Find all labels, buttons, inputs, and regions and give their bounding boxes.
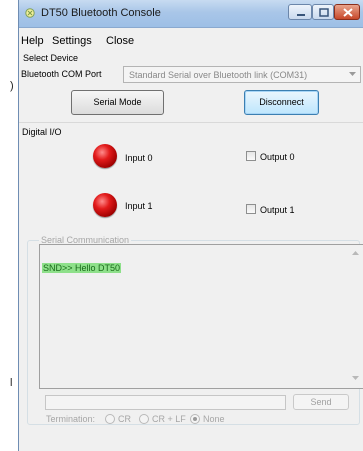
- output-0-label[interactable]: Output 0: [260, 152, 295, 162]
- output-0-checkbox[interactable]: [246, 151, 256, 161]
- menu-settings[interactable]: Settings: [52, 35, 92, 47]
- termination-crlf-radio[interactable]: [139, 414, 149, 424]
- bluetooth-app-icon: [25, 8, 35, 18]
- input-1-led: [93, 193, 117, 217]
- background-bracket-mark: ): [10, 80, 14, 92]
- port-label: Bluetooth COM Port: [21, 69, 102, 79]
- window-title: DT50 Bluetooth Console: [41, 7, 161, 19]
- output-1-label[interactable]: Output 1: [260, 205, 295, 215]
- com-port-value: Standard Serial over Bluetooth link (COM…: [129, 70, 308, 80]
- termination-none-radio[interactable]: [190, 414, 200, 424]
- scroll-down-icon[interactable]: [352, 376, 359, 381]
- send-input[interactable]: [45, 395, 286, 410]
- scroll-up-icon[interactable]: [352, 251, 359, 256]
- termination-label: Termination:: [46, 414, 96, 424]
- menu-bar: Help Settings Close: [19, 30, 363, 48]
- background-cursor-mark: l: [10, 377, 13, 389]
- close-button[interactable]: [334, 4, 360, 20]
- maximize-button[interactable]: [312, 4, 334, 20]
- serial-mode-button[interactable]: Serial Mode: [71, 90, 164, 115]
- com-port-dropdown[interactable]: Standard Serial over Bluetooth link (COM…: [123, 66, 361, 83]
- termination-cr-radio[interactable]: [105, 414, 115, 424]
- termination-crlf-label[interactable]: CR + LF: [152, 414, 186, 424]
- send-button[interactable]: Send: [293, 394, 349, 410]
- select-device-group-label: Select Device: [23, 53, 79, 63]
- termination-none-label[interactable]: None: [203, 414, 225, 424]
- menu-help[interactable]: Help: [21, 35, 44, 47]
- dropdown-arrow-icon: [349, 72, 356, 76]
- termination-cr-label[interactable]: CR: [118, 414, 131, 424]
- output-1-checkbox[interactable]: [246, 204, 256, 214]
- serial-log-textarea[interactable]: SND>> Hello DT50: [39, 244, 363, 389]
- minimize-button[interactable]: [288, 4, 312, 20]
- section-divider: [19, 122, 363, 123]
- digital-io-group-label: Digital I/O: [22, 127, 62, 137]
- title-bar[interactable]: DT50 Bluetooth Console: [19, 0, 363, 28]
- app-window: DT50 Bluetooth Console Help Settings Clo…: [18, 0, 363, 451]
- log-line: SND>> Hello DT50: [42, 263, 122, 273]
- menu-close[interactable]: Close: [106, 35, 134, 47]
- disconnect-button[interactable]: Disconnect: [244, 90, 319, 115]
- close-icon: [343, 8, 353, 17]
- input-0-label: Input 0: [125, 153, 153, 163]
- minimize-icon: [297, 14, 305, 16]
- log-scrollbar[interactable]: [349, 245, 363, 388]
- input-0-led: [93, 144, 117, 168]
- maximize-icon: [319, 8, 329, 17]
- input-1-label: Input 1: [125, 201, 153, 211]
